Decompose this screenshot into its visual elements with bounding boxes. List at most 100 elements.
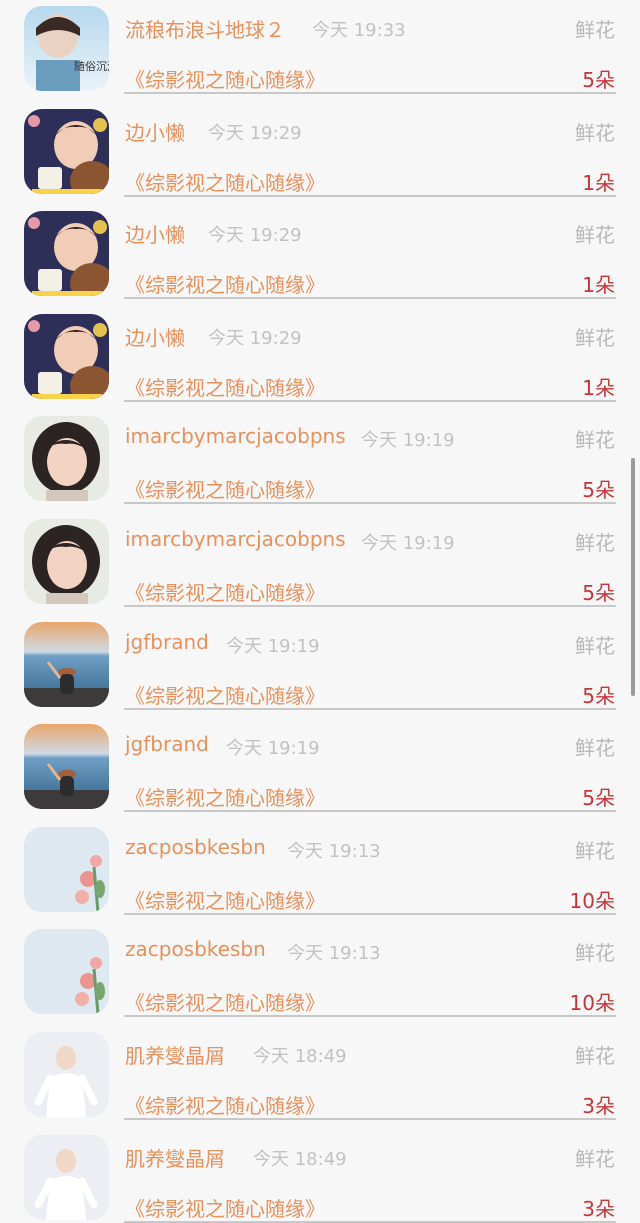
program-title[interactable]: 《综影视之随心随缘》 [125,987,325,1016]
avatar-image [24,108,109,194]
gift-count: 3朵 [582,1196,615,1221]
gift-time: 今天 19:19 [226,738,320,760]
avatar-white-child[interactable] [24,1134,109,1220]
avatar-image [24,211,109,297]
gift-row[interactable]: zacposbkesbn 今天 19:13 鲜花 《综影视之随心随缘》 10朵 [0,813,640,916]
gift-time: 今天 19:29 [208,327,302,349]
sender-name[interactable]: 边小懒 [125,117,185,146]
gift-type: 鲜花 [575,223,615,248]
avatar-curly-girl[interactable] [24,518,109,604]
avatar-toddler-cup[interactable] [24,211,109,297]
gift-time: 今天 19:19 [226,635,320,657]
gift-row[interactable]: 边小懒 今天 19:29 鲜花 《综影视之随心随缘》 1朵 [0,95,640,198]
program-title[interactable]: 《综影视之随心随缘》 [125,64,325,93]
avatar-image [24,1031,109,1117]
gift-row[interactable]: 肌养燮晶屑 今天 18:49 鲜花 《综影视之随心随缘》 3朵 [0,1121,640,1223]
program-title[interactable]: 《综影视之随心随缘》 [125,680,325,709]
avatar-toddler-cup[interactable] [24,108,109,194]
sender-name[interactable]: jgfbrand [125,630,209,654]
gift-row[interactable]: imarcbymarcjacobpns 今天 19:19 鲜花 《综影视之随心随… [0,402,640,505]
program-title[interactable]: 《综影视之随心随缘》 [125,1193,325,1222]
program-title[interactable]: 《综影视之随心随缘》 [125,167,325,196]
gift-type: 鲜花 [575,1043,615,1068]
avatar-image [24,1134,109,1220]
gift-row[interactable]: imarcbymarcjacobpns 今天 19:19 鲜花 《综影视之随心随… [0,505,640,608]
gift-type: 鲜花 [575,530,615,555]
avatar-curly-girl[interactable] [24,416,109,502]
avatar-sky-calligraphy[interactable]: 随俗沉浮 [24,6,109,91]
gift-type: 鲜花 [575,325,615,350]
gift-row[interactable]: jgfbrand 今天 19:19 鲜花 《综影视之随心随缘》 5朵 [0,710,640,813]
gift-count: 5朵 [582,68,615,92]
avatar-pink-flowers[interactable] [24,826,109,912]
gift-time: 今天 18:49 [253,1045,347,1067]
gift-count: 3朵 [582,1093,615,1118]
avatar-image [24,416,109,502]
program-title[interactable]: 《综影视之随心随缘》 [125,1090,325,1119]
gift-count: 5朵 [582,478,615,503]
program-title[interactable]: 《综影视之随心随缘》 [125,577,325,606]
gift-row[interactable]: jgfbrand 今天 19:19 鲜花 《综影视之随心随缘》 5朵 [0,608,640,711]
program-title[interactable]: 《综影视之随心随缘》 [125,782,325,811]
gift-row[interactable]: 边小懒 今天 19:29 鲜花 《综影视之随心随缘》 1朵 [0,300,640,403]
sender-name[interactable]: 肌养燮晶屑 [125,1040,225,1069]
gift-count: 5朵 [582,580,615,605]
avatar-image [24,826,109,912]
avatar-image [24,621,109,707]
gift-count: 10朵 [569,888,615,913]
sender-name[interactable]: jgfbrand [125,732,209,756]
avatar-seaside-hat[interactable] [24,724,109,810]
program-title[interactable]: 《综影视之随心随缘》 [125,885,325,914]
avatar-image [24,929,109,1015]
gift-time: 今天 19:13 [287,840,381,862]
avatar-image: 随俗沉浮 [24,6,109,91]
avatar-white-child[interactable] [24,1031,109,1117]
avatar-pink-flowers[interactable] [24,929,109,1015]
gift-type: 鲜花 [575,428,615,453]
sender-name[interactable]: imarcbymarcjacobpns [125,424,346,448]
avatar-image [24,313,109,399]
program-title[interactable]: 《综影视之随心随缘》 [125,372,325,401]
gift-type: 鲜花 [575,1146,615,1171]
gift-count: 5朵 [582,683,615,708]
sender-name[interactable]: 流稂布浪斗地球２ [125,14,285,43]
gift-count: 5朵 [582,786,615,811]
gift-type: 鲜花 [575,18,615,42]
svg-text:随俗沉浮: 随俗沉浮 [74,59,109,73]
gift-type: 鲜花 [575,120,615,145]
gift-row[interactable]: 肌养燮晶屑 今天 18:49 鲜花 《综影视之随心随缘》 3朵 [0,1018,640,1121]
sender-name[interactable]: 边小懒 [125,322,185,351]
gift-type: 鲜花 [575,633,615,658]
gift-row[interactable]: 随俗沉浮 流稂布浪斗地球２ 今天 19:33 鲜花 《综影视之随心随缘》 5朵 [0,0,640,95]
sender-name[interactable]: zacposbkesbn [125,835,266,859]
gift-time: 今天 19:19 [361,532,455,554]
gift-row[interactable]: zacposbkesbn 今天 19:13 鲜花 《综影视之随心随缘》 10朵 [0,915,640,1018]
gift-time: 今天 18:49 [253,1148,347,1170]
gift-time: 今天 19:29 [208,225,302,247]
sender-name[interactable]: imarcbymarcjacobpns [125,527,346,551]
sender-name[interactable]: 边小懒 [125,219,185,248]
row-divider [124,1220,616,1223]
sender-name[interactable]: zacposbkesbn [125,937,266,961]
vertical-scrollbar[interactable] [631,458,635,696]
gift-count: 10朵 [569,991,615,1016]
gift-time: 今天 19:29 [208,122,302,144]
program-title[interactable]: 《综影视之随心随缘》 [125,474,325,503]
gift-time: 今天 19:19 [361,430,455,452]
gift-time: 今天 19:13 [287,943,381,965]
program-title[interactable]: 《综影视之随心随缘》 [125,269,325,298]
gift-time: 今天 19:33 [312,20,406,41]
gift-list: 随俗沉浮 流稂布浪斗地球２ 今天 19:33 鲜花 《综影视之随心随缘》 5朵 … [0,0,640,1223]
avatar-seaside-hat[interactable] [24,621,109,707]
avatar-image [24,724,109,810]
gift-type: 鲜花 [575,941,615,966]
gift-type: 鲜花 [575,838,615,863]
gift-type: 鲜花 [575,736,615,761]
avatar-image [24,518,109,604]
gift-count: 1朵 [582,170,615,195]
sender-name[interactable]: 肌养燮晶屑 [125,1143,225,1172]
avatar-toddler-cup[interactable] [24,313,109,399]
gift-count: 1朵 [582,273,615,298]
gift-row[interactable]: 边小懒 今天 19:29 鲜花 《综影视之随心随缘》 1朵 [0,197,640,300]
gift-count: 1朵 [582,375,615,400]
